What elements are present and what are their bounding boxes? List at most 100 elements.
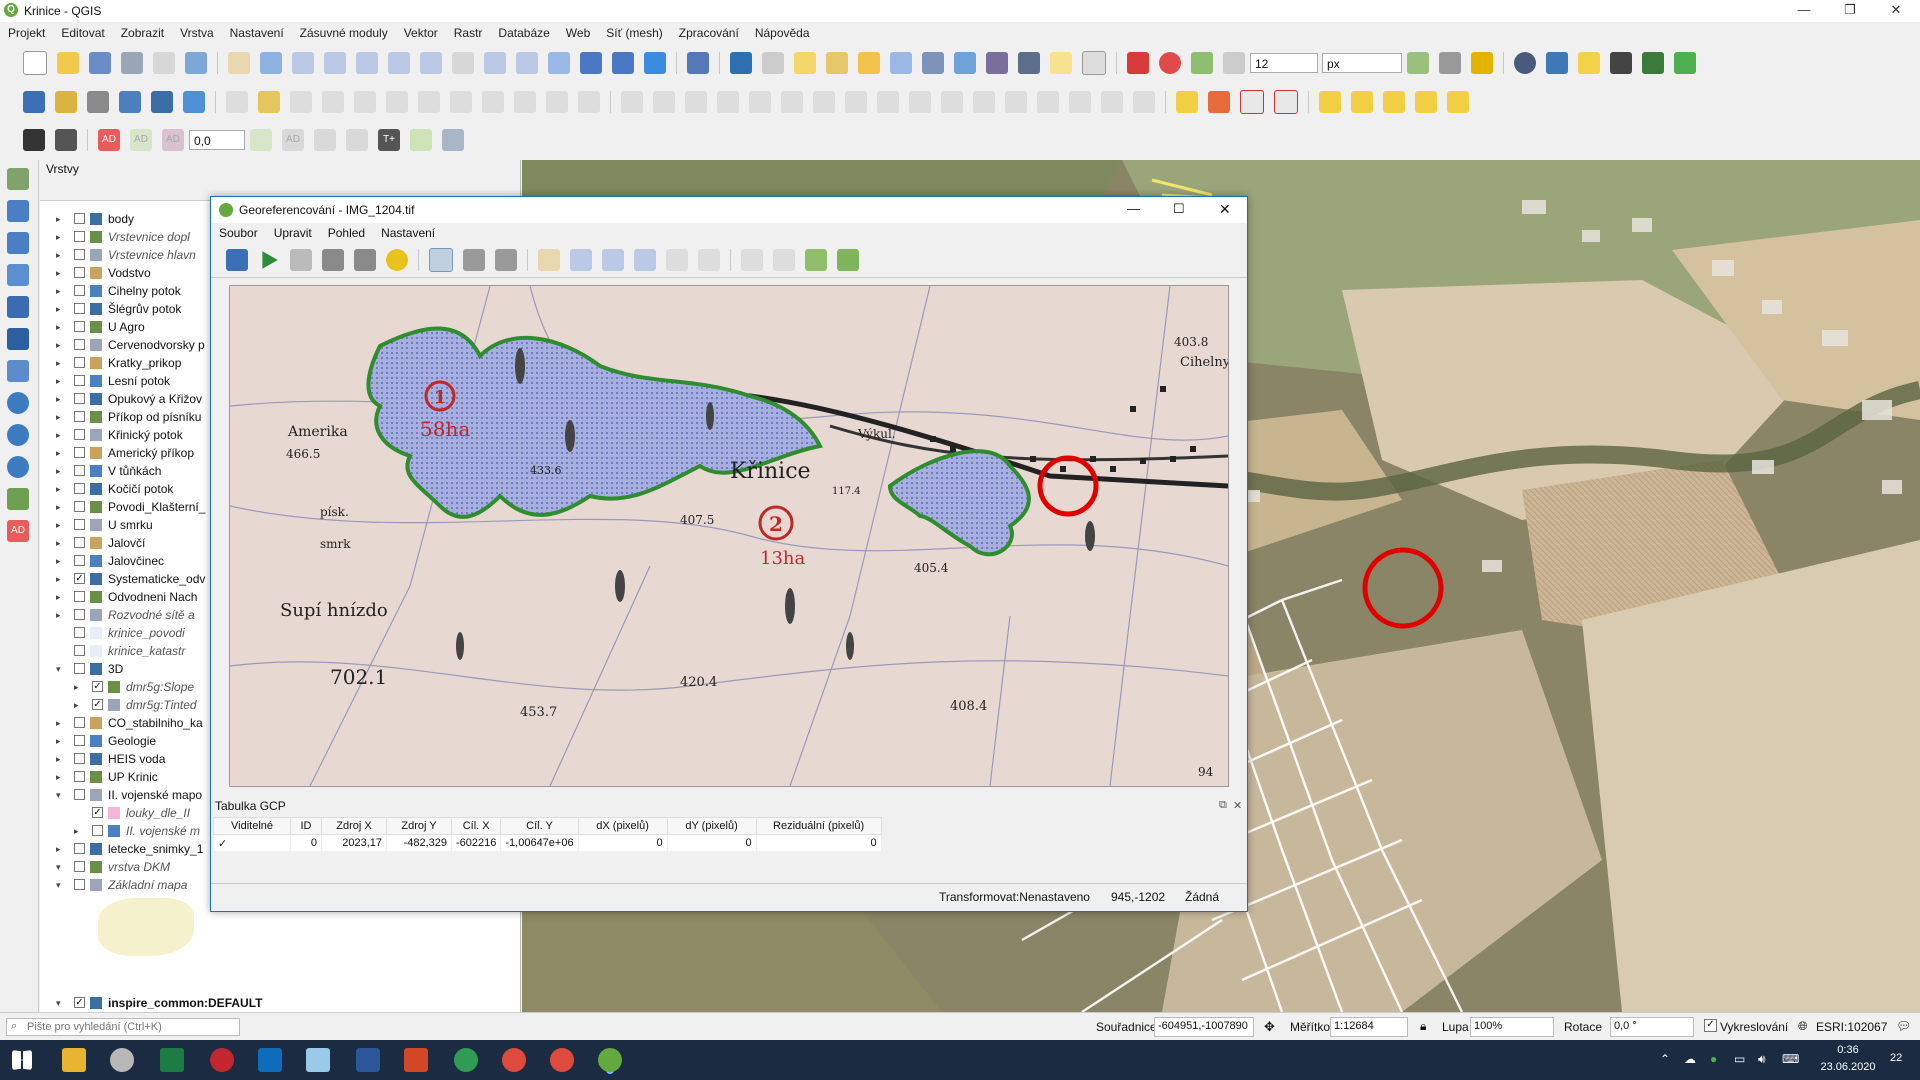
local-histogram-icon[interactable] xyxy=(837,249,859,271)
expand-arrow-icon[interactable]: ▸ xyxy=(56,408,66,426)
locator-search-input[interactable]: ⌕ Pište pro vyhledání (Ctrl+K) xyxy=(6,1018,240,1036)
deselect-icon[interactable] xyxy=(858,52,880,74)
network-icon[interactable] xyxy=(1642,52,1664,74)
menu-zpracovani[interactable]: Zpracování xyxy=(671,26,747,40)
layer-checkbox[interactable] xyxy=(74,285,85,296)
menu-napoveda[interactable]: Nápověda xyxy=(747,26,818,40)
layer-checkbox[interactable] xyxy=(74,267,85,278)
link-georef-icon[interactable] xyxy=(741,249,763,271)
new-temp-layer-icon[interactable] xyxy=(151,91,173,113)
start-georef-icon[interactable] xyxy=(262,251,278,269)
attribute-table-icon[interactable] xyxy=(890,52,912,74)
layer-checkbox[interactable] xyxy=(92,825,103,836)
trace-icon[interactable] xyxy=(1407,52,1429,74)
pan-icon[interactable] xyxy=(538,249,560,271)
col-header[interactable]: Cíl. Y xyxy=(500,817,579,835)
layer-checkbox[interactable] xyxy=(74,537,85,548)
security-tray-icon[interactable]: ● xyxy=(1710,1052,1717,1066)
refresh-icon[interactable] xyxy=(644,52,666,74)
layer-checkbox[interactable] xyxy=(74,447,85,458)
bookmark-icon[interactable] xyxy=(580,52,602,74)
rotate-label-icon[interactable] xyxy=(1351,91,1373,113)
advanced-digitizing-icon[interactable] xyxy=(621,91,643,113)
crs-indicator[interactable]: ESRI:102067 xyxy=(1816,1020,1887,1034)
menu-vrstva[interactable]: Vrstva xyxy=(172,26,222,40)
label-ad-1[interactable]: AD xyxy=(98,129,120,151)
label-ad-2[interactable]: AD xyxy=(130,129,152,151)
expand-arrow-icon[interactable]: ▸ xyxy=(56,354,66,372)
table-row[interactable]: ✓ 0 2023,17 -482,329 -602216 -1,00647e+0… xyxy=(213,834,882,852)
expand-arrow-icon[interactable]: ▸ xyxy=(56,372,66,390)
target-y[interactable]: -1,00647e+06 xyxy=(500,834,579,852)
zoom-selection-icon[interactable] xyxy=(388,52,410,74)
layer-expand-arrow[interactable]: ▾ xyxy=(56,994,66,1012)
source-y[interactable]: -482,329 xyxy=(386,834,452,852)
gcp-id[interactable]: 0 xyxy=(290,834,322,852)
menu-projekt[interactable]: Projekt xyxy=(0,26,53,40)
zoom-full-icon[interactable] xyxy=(356,52,378,74)
add-ring-icon[interactable] xyxy=(749,91,771,113)
zoom-next-icon[interactable] xyxy=(698,249,720,271)
layer-checkbox[interactable] xyxy=(74,789,85,800)
font-size-spin[interactable]: 12 xyxy=(1250,53,1318,73)
link-qgis-icon[interactable] xyxy=(773,249,795,271)
expand-arrow-icon[interactable]: ▸ xyxy=(56,516,66,534)
show-bookmarks-icon[interactable] xyxy=(612,52,634,74)
new-map-view-icon[interactable] xyxy=(548,52,570,74)
add-wcs-icon[interactable] xyxy=(7,456,29,478)
move-gcp-icon[interactable] xyxy=(495,249,517,271)
layer-checkbox[interactable] xyxy=(74,663,85,674)
render-checkbox[interactable]: ✓ xyxy=(1704,1019,1717,1032)
expand-arrow-icon[interactable]: ▸ xyxy=(56,750,66,768)
layer-checkbox[interactable] xyxy=(74,843,85,854)
expand-arrow-icon[interactable]: ▸ xyxy=(56,462,66,480)
expand-arrow-icon[interactable]: ▸ xyxy=(56,318,66,336)
layer-checkbox[interactable] xyxy=(74,735,85,746)
language-tray-icon[interactable]: ⌨ xyxy=(1782,1052,1799,1066)
toggle-edit-icon[interactable] xyxy=(258,91,280,113)
residual-pixels[interactable]: 0 xyxy=(755,834,882,852)
panel-float-icon[interactable]: ⧉ xyxy=(1219,799,1227,812)
layer-checkbox[interactable] xyxy=(74,501,85,512)
vertex-tool-icon[interactable] xyxy=(354,91,376,113)
data-source-manager-icon[interactable] xyxy=(23,91,45,113)
menu-zobrazit[interactable]: Zobrazit xyxy=(113,26,172,40)
add-mssql-icon[interactable] xyxy=(7,360,29,382)
processing-toolbox-icon[interactable] xyxy=(954,52,976,74)
collapse-arrow-icon[interactable]: ▾ xyxy=(56,786,66,804)
layer-checkbox[interactable]: ✓ xyxy=(74,997,85,1008)
extents-toggle-icon[interactable]: ✥ xyxy=(1264,1019,1275,1035)
minimize-button[interactable]: — xyxy=(1784,2,1824,17)
identify-icon[interactable] xyxy=(730,52,752,74)
menu-sit-mesh[interactable]: Síť (mesh) xyxy=(598,26,671,40)
notes-app-icon[interactable] xyxy=(306,1048,330,1072)
select-features-icon[interactable] xyxy=(794,52,816,74)
zoom-layer-icon[interactable] xyxy=(634,249,656,271)
redo-icon[interactable] xyxy=(578,91,600,113)
layer-checkbox[interactable]: ✓ xyxy=(92,807,103,818)
scale-field[interactable]: 1:12684 xyxy=(1330,1017,1408,1037)
north-arrow-icon[interactable] xyxy=(23,129,45,151)
expand-arrow-icon[interactable]: ▸ xyxy=(56,588,66,606)
label-font-icon[interactable] xyxy=(346,129,368,151)
start-menu-icon[interactable] xyxy=(12,1050,32,1070)
move-label-icon[interactable] xyxy=(1319,91,1341,113)
georeferencer-icon[interactable] xyxy=(55,129,77,151)
clock-time[interactable]: 0:36 xyxy=(1818,1044,1878,1056)
bug-app-icon[interactable] xyxy=(210,1048,234,1072)
expand-arrow-icon[interactable]: ▸ xyxy=(56,444,66,462)
layer-checkbox[interactable] xyxy=(74,249,85,260)
change-label-icon[interactable] xyxy=(1383,91,1405,113)
pan-icon[interactable] xyxy=(228,52,250,74)
settings-app-icon[interactable] xyxy=(110,1048,134,1072)
plugin-edit-icon[interactable] xyxy=(1578,52,1600,74)
menu-databaze[interactable]: Databáze xyxy=(490,26,557,40)
layer-checkbox[interactable] xyxy=(74,429,85,440)
grid-dots-icon[interactable] xyxy=(1127,52,1149,74)
reverse-line-icon[interactable] xyxy=(1133,91,1155,113)
delete-point-icon[interactable] xyxy=(463,249,485,271)
lock-icon[interactable]: 🔒︎ xyxy=(1420,1019,1426,1034)
add-vector-icon[interactable] xyxy=(7,168,29,190)
label-ad-3[interactable]: AD xyxy=(162,129,184,151)
split-features-icon[interactable] xyxy=(973,91,995,113)
